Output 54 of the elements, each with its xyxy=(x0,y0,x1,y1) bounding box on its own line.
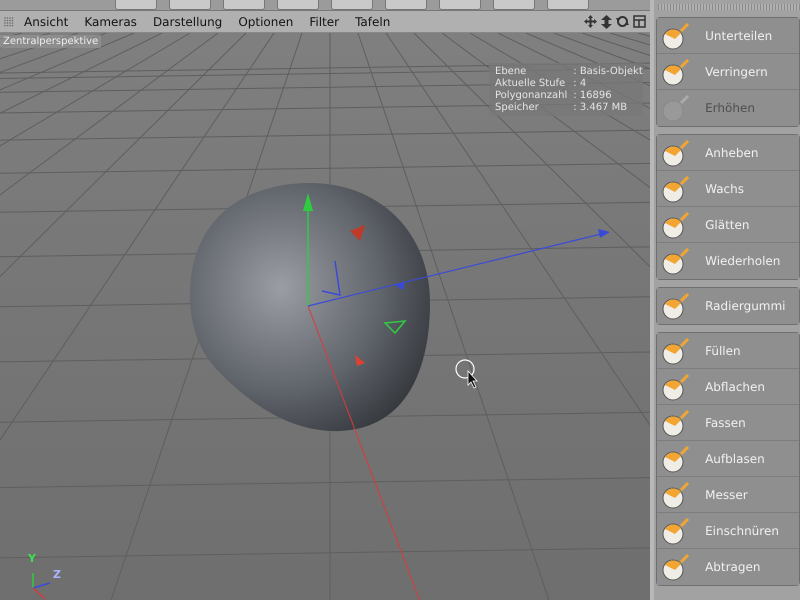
mouse-cursor-icon xyxy=(455,359,478,389)
tool-button[interactable]: Radiergummi xyxy=(657,288,799,324)
rotate-icon[interactable] xyxy=(616,15,630,28)
toolbar-button[interactable] xyxy=(493,0,535,10)
axis-label: Z xyxy=(53,568,61,581)
menu-item[interactable]: Optionen xyxy=(238,14,294,28)
toolbar-button[interactable] xyxy=(115,0,157,10)
brush-ball-icon xyxy=(661,516,692,546)
toolbar-button[interactable] xyxy=(385,0,427,10)
3d-viewport[interactable]: Zentralperspektive Ebene : Basis-Objekt Aktuelle Stufe : 4 Polygonanzahl : 16896 Speicher : 3.467 MB Y Z xyxy=(0,33,650,600)
info-label: Speicher xyxy=(495,102,540,113)
brush-ball-icon xyxy=(661,291,692,321)
brush-ball-icon xyxy=(661,480,692,510)
toolbar-button[interactable] xyxy=(169,0,211,10)
info-value: : 4 xyxy=(573,78,588,89)
grip-icon xyxy=(4,16,14,26)
camera-label: Zentralperspektive xyxy=(0,35,102,48)
info-label: Ebene xyxy=(495,66,528,77)
toolbar-button[interactable] xyxy=(547,0,589,10)
vertical-arrows-icon[interactable] xyxy=(601,14,612,28)
move-icon[interactable] xyxy=(584,15,598,28)
menu-item[interactable]: Kameras xyxy=(84,14,137,28)
toolbar-button[interactable] xyxy=(439,0,481,10)
brush-ball-icon xyxy=(661,246,692,276)
tool-button[interactable]: Anheben xyxy=(657,135,799,171)
toolbar-button[interactable] xyxy=(223,0,265,10)
brush-ball-icon xyxy=(661,174,692,204)
menu-item[interactable]: Tafeln xyxy=(355,14,390,28)
info-label: Aktuelle Stufe xyxy=(495,78,566,89)
world-axis-drawing xyxy=(32,573,50,600)
layout-icon[interactable] xyxy=(633,15,646,28)
info-value: : Basis-Objekt xyxy=(573,66,643,77)
tool-button[interactable]: Füllen xyxy=(657,333,799,369)
brush-ball-icon xyxy=(661,56,692,86)
toolbar-button[interactable] xyxy=(331,0,373,10)
tool-button[interactable]: Unterteilen xyxy=(657,18,799,54)
brush-ball-icon xyxy=(661,138,692,168)
menu-item[interactable]: Ansicht xyxy=(24,14,68,28)
toolbar-button[interactable] xyxy=(277,0,319,10)
brush-ball-icon xyxy=(661,408,692,438)
brush-ball-icon xyxy=(661,20,692,50)
brush-ball-icon xyxy=(661,93,692,123)
brush-ball-icon xyxy=(661,210,692,240)
brush-ball-icon xyxy=(661,552,692,582)
sphere-object[interactable] xyxy=(190,183,430,431)
brush-ball-icon xyxy=(661,372,692,402)
info-value: : 3.467 MB xyxy=(573,102,628,113)
brush-ball-icon xyxy=(661,336,692,366)
axis-label: Y xyxy=(28,552,36,565)
info-value: : 16896 xyxy=(573,90,613,101)
menu-item[interactable]: Darstellung xyxy=(152,14,222,28)
info-label: Polygonanzahl xyxy=(495,90,568,101)
brush-ball-icon xyxy=(661,444,692,474)
menu-item[interactable]: Filter xyxy=(309,14,340,28)
